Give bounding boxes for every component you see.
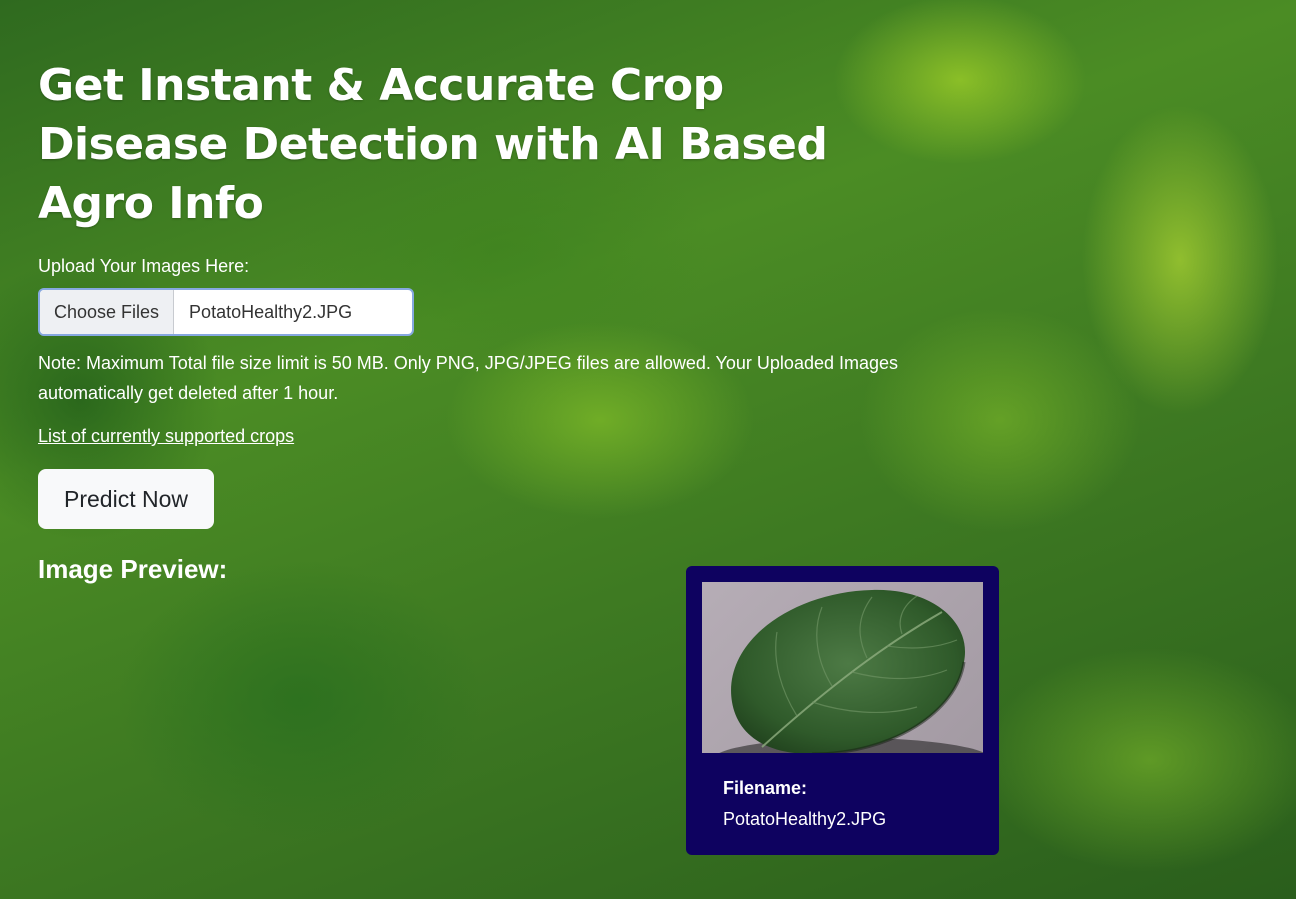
filename-value: PotatoHealthy2.JPG: [723, 809, 887, 829]
upload-label: Upload Your Images Here:: [38, 256, 250, 276]
supported-crops-link[interactable]: List of currently supported crops: [38, 426, 294, 447]
leaf-image: [719, 589, 983, 753]
preview-card: Filename: PotatoHealthy2.JPG: [686, 566, 999, 855]
upload-note: Note: Maximum Total file size limit is 5…: [38, 353, 899, 403]
file-upload-input[interactable]: Choose Files PotatoHealthy2.JPG: [38, 288, 414, 336]
page-title: Get Instant & Accurate Crop Disease Dete…: [38, 60, 828, 229]
preview-thumbnail: [702, 582, 983, 753]
filename-label: Filename:: [723, 778, 808, 798]
main-content: Get Instant & Accurate Crop Disease Dete…: [38, 56, 938, 585]
choose-files-button[interactable]: Choose Files: [40, 290, 175, 334]
predict-now-button[interactable]: Predict Now: [38, 469, 214, 529]
selected-file-name: PotatoHealthy2.JPG: [189, 301, 353, 322]
